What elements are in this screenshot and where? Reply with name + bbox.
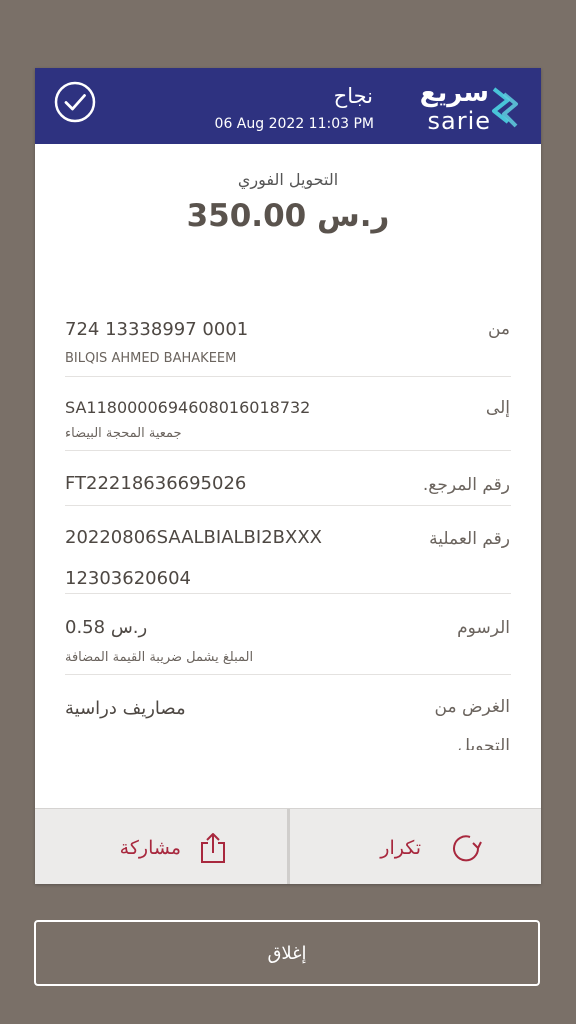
repeat-button[interactable]: تكرار [291,809,541,884]
purpose-label: الغرض من [434,697,511,717]
receipt-actions: مشاركة تكرار [35,808,541,884]
transaction-datetime: 06 Aug 2022 11:03 PM [214,116,374,132]
purpose-value: مصاريف دراسية [65,698,186,719]
logo-english-text: sarie [427,107,491,135]
divider [65,505,511,506]
footer-separator [287,809,290,884]
status-text: نجاح [333,84,373,108]
to-iban: SA1180000694608016018732 [65,398,311,417]
sarie-logo: سريع sarie [417,76,519,136]
to-name: جمعية المحجة البيضاء [65,426,182,441]
repeat-icon [453,835,482,862]
check-circle-icon [54,81,96,123]
share-label: مشاركة [119,838,181,859]
transaction-receipt-card: نجاح 06 Aug 2022 11:03 PM سريع sarie الت… [35,68,541,884]
divider [65,376,511,377]
transfer-amount: 350.00 ر.س [186,198,390,234]
divider [65,450,511,451]
receipt-header: نجاح 06 Aug 2022 11:03 PM سريع sarie [35,68,541,144]
vat-note: المبلغ يشمل ضريبة القيمة المضافة [65,650,254,665]
purpose-label-line2: التحويل [457,736,510,750]
share-icon [201,833,225,863]
fees-label: الرسوم [457,618,510,638]
reference-label: رقم المرجع. [422,475,510,495]
transfer-type: التحويل الفوري [237,170,339,189]
close-button[interactable]: إغلاق [34,920,540,986]
transaction-label: رقم العملية [429,529,510,549]
from-label: من [487,319,510,339]
fees-value: 0.58 ر.س [65,617,148,638]
sarie-logo-icon [492,87,518,128]
from-account: 724 13338997 0001 [65,319,249,340]
share-button[interactable]: مشاركة [35,809,285,884]
transaction-number-line2: 12303620604 [65,568,191,589]
from-name: BILQIS AHMED BAHAKEEM [65,351,237,366]
divider [65,593,511,594]
to-label: إلى [485,398,510,418]
logo-arabic-text: سريع [419,78,489,108]
transaction-number: 20220806SAALBIALBI2BXXX [65,527,322,548]
repeat-label: تكرار [380,838,421,859]
reference-number: FT22218636695026 [65,473,247,494]
divider [65,674,511,675]
